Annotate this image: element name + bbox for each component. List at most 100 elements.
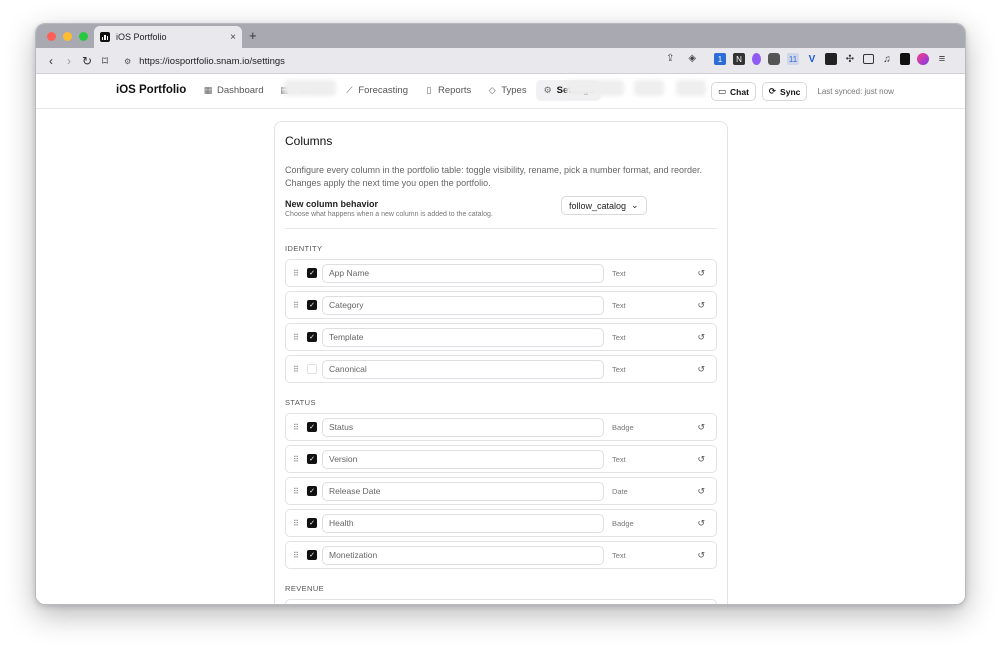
- minimize-window-button[interactable]: [63, 32, 72, 41]
- new-tab-button[interactable]: +: [249, 28, 257, 43]
- column-name-input[interactable]: Canonical: [322, 359, 604, 379]
- last-synced-status: Last synced: just now: [817, 87, 894, 96]
- back-icon[interactable]: ‹: [42, 54, 60, 68]
- column-type: Badge: [612, 518, 634, 528]
- music-icon[interactable]: ♫: [881, 53, 893, 65]
- visibility-checkbox[interactable]: ✓: [307, 550, 317, 560]
- chat-button[interactable]: ▭ Chat: [711, 82, 756, 101]
- column-name-input[interactable]: Release Date: [322, 481, 604, 501]
- drag-handle-icon[interactable]: ⠿: [293, 301, 303, 309]
- drag-handle-icon[interactable]: ⠿: [293, 365, 303, 373]
- reload-icon[interactable]: ↻: [78, 54, 96, 68]
- site-settings-icon[interactable]: ⚙: [124, 57, 131, 66]
- drop-icon[interactable]: [752, 53, 761, 65]
- column-row: ⠿ ✓ Status Badge ↺: [285, 413, 717, 441]
- column-name-placeholder: Version: [329, 454, 358, 464]
- column-name-placeholder: App Name: [329, 268, 370, 278]
- reset-icon[interactable]: ↺: [697, 486, 705, 497]
- column-name-placeholder: Health: [329, 518, 354, 528]
- drag-handle-icon[interactable]: ⠿: [293, 269, 303, 277]
- nav-item-reports[interactable]: ▯ Reports: [417, 80, 478, 101]
- reset-icon[interactable]: ↺: [697, 422, 705, 433]
- column-type: Date: [612, 486, 628, 496]
- column-type: Text: [612, 454, 626, 464]
- drag-handle-icon[interactable]: ⠿: [293, 455, 303, 463]
- reset-icon[interactable]: ↺: [697, 268, 705, 279]
- chevron-down-icon: ⌄: [631, 200, 639, 210]
- column-name-input[interactable]: Health: [322, 513, 604, 533]
- column-type: Text: [612, 364, 626, 374]
- reset-icon[interactable]: ↺: [697, 454, 705, 465]
- chat-label: Chat: [730, 86, 749, 97]
- drag-handle-icon[interactable]: ⠿: [293, 487, 303, 495]
- column-type: Text: [612, 300, 626, 310]
- visibility-checkbox[interactable]: ✓: [307, 268, 317, 278]
- sync-button[interactable]: ⟳ Sync: [761, 82, 808, 101]
- nav-item-dashboard[interactable]: ▦ Dashboard: [196, 80, 270, 101]
- tab-close-icon[interactable]: ×: [230, 32, 236, 43]
- column-name-input[interactable]: App Name: [322, 263, 604, 283]
- screenshot-icon[interactable]: [863, 54, 874, 64]
- drag-handle-icon[interactable]: ⠿: [293, 333, 303, 341]
- drag-handle-icon[interactable]: ⠿: [293, 423, 303, 431]
- browser-tab[interactable]: iOS Portfolio ×: [94, 26, 242, 48]
- reset-icon[interactable]: ↺: [697, 332, 705, 343]
- window-controls: [47, 32, 88, 41]
- card-title: Columns: [285, 134, 333, 148]
- reset-icon[interactable]: ↺: [697, 550, 705, 561]
- app-brand[interactable]: iOS Portfolio: [116, 84, 186, 96]
- layers-icon: ◇: [488, 85, 496, 95]
- behavior-title: New column behavior: [285, 199, 379, 209]
- forward-icon[interactable]: ›: [60, 54, 78, 68]
- column-name-input[interactable]: Status: [322, 417, 604, 437]
- close-window-button[interactable]: [47, 32, 56, 41]
- column-row: ⠿ Canonical Text ↺: [285, 355, 717, 383]
- reset-icon[interactable]: ↺: [697, 300, 705, 311]
- page-content: iOS Portfolio ▦Dashboard▤Portfolio⟋Forec…: [36, 74, 965, 604]
- header-actions: ▭ Chat ⟳ Sync Last synced: just now: [711, 82, 894, 101]
- bookmark-icon[interactable]: ⌑: [96, 54, 114, 68]
- visibility-checkbox[interactable]: ✓: [307, 332, 317, 342]
- behavior-select[interactable]: follow_catalog ⌄: [561, 196, 647, 215]
- nav-item-label: Dashboard: [217, 85, 264, 96]
- address-bar[interactable]: ⚙ https://iosportfolio.snam.io/settings: [118, 51, 688, 71]
- column-name-input[interactable]: Revenue: [322, 603, 604, 604]
- column-name-input[interactable]: Template: [322, 327, 604, 347]
- visibility-checkbox[interactable]: ✓: [307, 454, 317, 464]
- column-name-input[interactable]: Category: [322, 295, 604, 315]
- dark-extension-icon[interactable]: [825, 53, 837, 65]
- column-name-input[interactable]: Monetization: [322, 545, 604, 565]
- redacted-block: [284, 80, 336, 96]
- nav-item-label: Forecasting: [358, 85, 408, 96]
- visibility-checkbox[interactable]: ✓: [307, 486, 317, 496]
- zoom-window-button[interactable]: [79, 32, 88, 41]
- gear-icon: ⚙: [543, 85, 552, 95]
- shield-extension-icon[interactable]: [768, 53, 780, 65]
- visibility-checkbox[interactable]: ✓: [307, 518, 317, 528]
- visibility-checkbox[interactable]: ✓: [307, 300, 317, 310]
- share-icon[interactable]: ⇪: [666, 53, 674, 64]
- v-extension-icon[interactable]: V: [806, 53, 818, 65]
- visibility-checkbox[interactable]: [307, 364, 317, 374]
- column-row: ⠿ ✓ Template Text ↺: [285, 323, 717, 351]
- reset-icon[interactable]: ↺: [697, 364, 705, 375]
- calendar-extension-icon[interactable]: 11: [787, 53, 799, 65]
- sidebar-toggle-icon[interactable]: [900, 53, 910, 65]
- shield-icon[interactable]: ◈: [688, 53, 696, 64]
- profile-icon[interactable]: [917, 53, 929, 65]
- extensions-bar: 1 N 11 V ✣ ♫ ≡: [714, 53, 948, 65]
- puzzle-icon[interactable]: ✣: [844, 53, 856, 65]
- redacted-block: [634, 80, 664, 96]
- extension-badge-icon[interactable]: 1: [714, 53, 726, 65]
- notion-icon[interactable]: N: [733, 53, 745, 65]
- nav-item-forecasting[interactable]: ⟋ Forecasting: [337, 80, 415, 101]
- drag-handle-icon[interactable]: ⠿: [293, 519, 303, 527]
- menu-icon[interactable]: ≡: [936, 53, 948, 65]
- visibility-checkbox[interactable]: ✓: [307, 422, 317, 432]
- drag-handle-icon[interactable]: ⠿: [293, 551, 303, 559]
- reset-icon[interactable]: ↺: [697, 518, 705, 529]
- browser-window: iOS Portfolio × + ‹ › ↻ ⌑ ⚙ https://iosp…: [35, 23, 966, 605]
- redacted-block: [566, 80, 624, 96]
- column-name-input[interactable]: Version: [322, 449, 604, 469]
- nav-item-types[interactable]: ◇ Types: [480, 80, 533, 101]
